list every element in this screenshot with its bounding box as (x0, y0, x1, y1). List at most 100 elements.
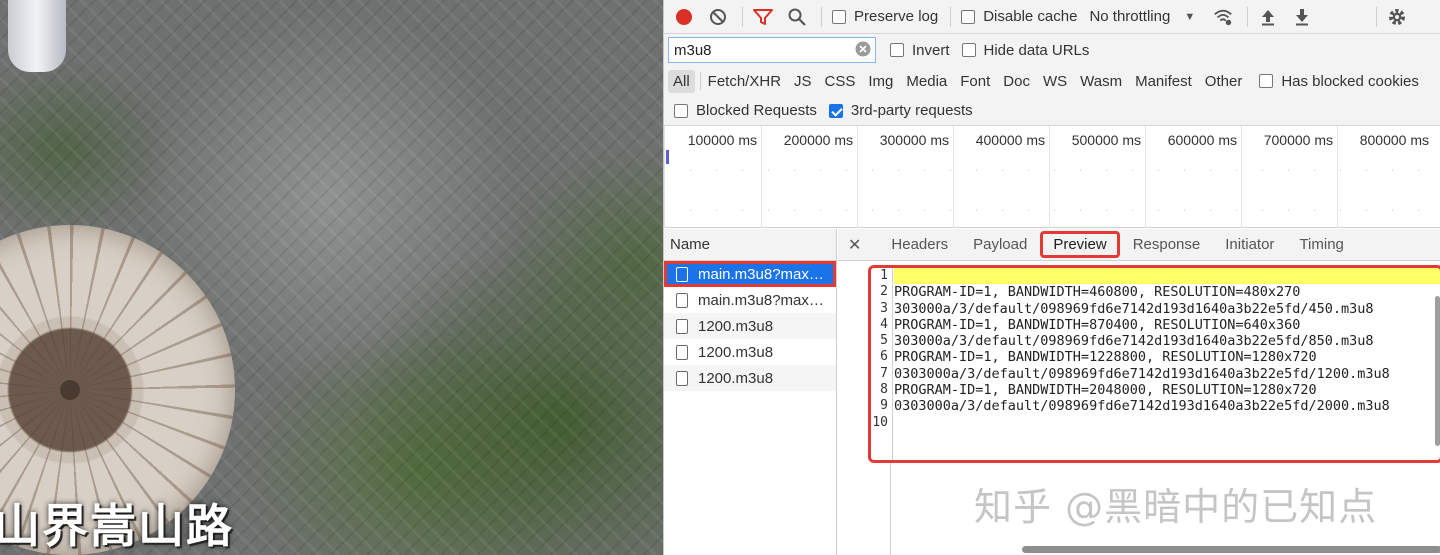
hide-data-urls-checkbox[interactable]: Hide data URLs (961, 42, 1089, 59)
has-blocked-cookies-checkbox[interactable]: Has blocked cookies (1259, 73, 1419, 90)
hide-data-urls-box[interactable] (961, 43, 976, 57)
timeline-tick-label: 600000 ms (1167, 132, 1237, 148)
type-filter-font[interactable]: Font (955, 70, 995, 93)
tab-timing[interactable]: Timing (1287, 231, 1355, 258)
tab-payload[interactable]: Payload (961, 231, 1039, 258)
type-filter-js[interactable]: JS (789, 70, 817, 93)
blocked-requests-checkbox[interactable]: Blocked Requests (674, 102, 817, 119)
invert-checkbox[interactable]: Invert (890, 42, 950, 59)
blocked-requests-box[interactable] (674, 103, 688, 118)
type-filter-media[interactable]: Media (901, 70, 952, 93)
request-row[interactable]: 1200.m3u8 (664, 339, 836, 365)
timeline-tick: 200000 ms (761, 126, 857, 228)
flower-pot (8, 0, 66, 72)
tab-headers[interactable]: Headers (879, 231, 960, 258)
line-number: 5 (880, 333, 888, 349)
record-icon[interactable] (674, 7, 694, 27)
code-line: PROGRAM-ID=1, BANDWIDTH=460800, RESOLUTI… (894, 284, 1301, 301)
third-party-checkbox[interactable]: 3rd-party requests (828, 102, 973, 119)
line-number: 2 (880, 284, 888, 300)
type-filter-doc[interactable]: Doc (998, 70, 1035, 93)
code-lines: PROGRAM-ID=1, BANDWIDTH=460800, RESOLUTI… (894, 268, 1440, 431)
gutter-divider (890, 463, 891, 555)
request-row[interactable]: 1200.m3u8 (664, 365, 836, 391)
horizontal-scrollbar[interactable] (1022, 546, 1440, 553)
blocking-filters: Blocked Requests 3rd-party requests (664, 96, 1440, 126)
timeline-tick-label: 200000 ms (783, 132, 853, 148)
type-filter-img[interactable]: Img (863, 70, 898, 93)
timeline-tick-label: 500000 ms (1071, 132, 1141, 148)
type-filter-other[interactable]: Other (1200, 70, 1248, 93)
preserve-log-box[interactable] (832, 9, 846, 24)
code-line (894, 268, 1440, 285)
timeline-tick-label: 700000 ms (1263, 132, 1333, 148)
disable-cache-box[interactable] (961, 9, 976, 24)
disable-cache-checkbox[interactable]: Disable cache (961, 8, 1077, 25)
clear-input-icon[interactable] (855, 41, 871, 60)
toolbar-divider (821, 6, 822, 27)
timeline-tick: 600000 ms (1145, 126, 1241, 228)
upload-icon[interactable] (1258, 7, 1278, 27)
line-number: 10 (872, 414, 888, 430)
timeline-tick-label: 300000 ms (879, 132, 949, 148)
type-filter-fetch-xhr[interactable]: Fetch/XHR (703, 70, 786, 93)
wifi-settings-icon[interactable] (1213, 7, 1233, 27)
line-number: 8 (880, 382, 888, 398)
tab-preview[interactable]: Preview (1040, 231, 1120, 258)
code-line: PROGRAM-ID=1, BANDWIDTH=2048000, RESOLUT… (894, 382, 1317, 399)
type-filter-ws[interactable]: WS (1038, 70, 1072, 93)
third-party-label: 3rd-party requests (850, 102, 973, 119)
tab-initiator[interactable]: Initiator (1213, 231, 1286, 258)
close-icon[interactable]: ✕ (848, 235, 861, 255)
type-filter-wasm[interactable]: Wasm (1075, 70, 1127, 93)
request-list: Name main.m3u8?max… main.m3u8?max… 1200.… (664, 229, 837, 555)
third-party-box[interactable] (828, 103, 843, 118)
tab-response[interactable]: Response (1121, 231, 1213, 258)
filter-icon[interactable] (753, 7, 773, 27)
throttling-select[interactable]: No throttling (1089, 8, 1170, 25)
chevron-down-icon[interactable]: ▼ (1184, 11, 1195, 23)
detail-tabs: ✕ Headers Payload Preview Response Initi… (838, 229, 1440, 261)
line-number: 1 (880, 268, 888, 283)
filter-bar: Invert Hide data URLs (664, 34, 1440, 66)
toolbar-divider (950, 6, 952, 27)
preserve-log-checkbox[interactable]: Preserve log (832, 8, 938, 25)
devtools-network-panel: Preserve log Disable cache No throttling… (663, 0, 1440, 555)
timeline-overview[interactable]: 100000 ms 200000 ms 300000 ms 400000 ms … (664, 126, 1440, 228)
request-name: 1200.m3u8 (698, 317, 774, 335)
request-rows: main.m3u8?max… main.m3u8?max… 1200.m3u8 … (664, 261, 836, 391)
preserve-log-label: Preserve log (854, 8, 939, 25)
line-number: 6 (880, 349, 888, 365)
video-frame: 山界嵩山路 (0, 0, 663, 555)
invert-box[interactable] (890, 43, 904, 57)
vertical-scrollbar[interactable] (1435, 296, 1440, 446)
name-column-header[interactable]: Name (664, 229, 836, 261)
type-filter-css[interactable]: CSS (820, 70, 861, 93)
code-line: 0303000a/3/default/098969fd6e7142d193d16… (894, 398, 1390, 415)
request-row[interactable]: main.m3u8?max… (664, 261, 836, 287)
line-number: 4 (880, 316, 888, 332)
request-row[interactable]: 1200.m3u8 (664, 313, 836, 339)
request-row[interactable]: main.m3u8?max… (664, 287, 836, 313)
code-line: 303000a/3/default/098969fd6e7142d193d164… (894, 333, 1374, 350)
preview-code-view[interactable]: 1 2 3 4 5 6 7 8 9 10 PROGRAM-ID=1, BANDW… (868, 265, 1440, 463)
code-line: PROGRAM-ID=1, BANDWIDTH=870400, RESOLUTI… (894, 316, 1301, 333)
type-filter-all[interactable]: All (668, 69, 695, 93)
search-icon[interactable] (787, 7, 807, 27)
download-icon[interactable] (1292, 7, 1312, 27)
request-name: 1200.m3u8 (698, 369, 774, 387)
filter-input-wrapper[interactable] (668, 37, 876, 63)
line-number: 3 (880, 300, 888, 316)
timeline-tick-label: 400000 ms (975, 132, 1045, 148)
resource-type-filters: All Fetch/XHR JS CSS Img Media Font Doc … (664, 66, 1440, 96)
has-blocked-cookies-box[interactable] (1259, 74, 1274, 88)
gear-icon[interactable] (1387, 7, 1407, 27)
clear-icon[interactable] (708, 7, 728, 27)
watermark: 知乎 @黑暗中的已知点 (974, 485, 1378, 529)
code-line: 303000a/3/default/098969fd6e7142d193d164… (894, 300, 1374, 317)
filter-input[interactable] (674, 41, 844, 59)
timeline-tick-label: 100000 ms (687, 132, 757, 148)
type-filter-manifest[interactable]: Manifest (1130, 70, 1197, 93)
type-filter-divider (699, 72, 701, 90)
